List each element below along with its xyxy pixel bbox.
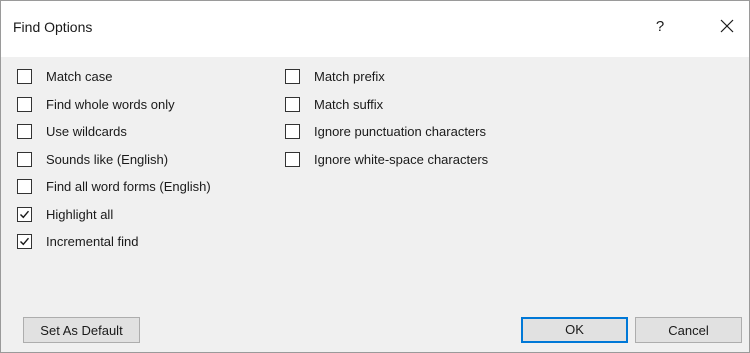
ok-button[interactable]: OK [521,317,628,343]
cancel-button[interactable]: Cancel [635,317,742,343]
option-label: Ignore white-space characters [314,151,489,167]
option-label: Incremental find [46,234,139,250]
dialog-title: Find Options [13,19,93,35]
close-icon [720,19,734,33]
sounds-like-checkbox[interactable] [17,151,32,167]
option-match-case[interactable]: Match case [17,63,211,91]
title-bar: Find Options ? [1,1,749,57]
options-left-column: Match case Find whole words only Use wil… [17,63,211,256]
option-ignore-white-space[interactable]: Ignore white-space characters [285,146,488,174]
checkmark-icon [20,210,30,219]
find-whole-words-checkbox[interactable] [17,96,32,112]
match-suffix-checkbox[interactable] [285,96,300,112]
option-match-suffix[interactable]: Match suffix [285,91,488,119]
help-button[interactable]: ? [649,15,671,39]
match-prefix-checkbox[interactable] [285,69,300,85]
option-label: Match case [46,69,113,85]
option-match-prefix[interactable]: Match prefix [285,63,488,91]
option-label: Use wildcards [46,124,127,140]
option-use-wildcards[interactable]: Use wildcards [17,118,211,146]
option-label: Highlight all [46,206,114,222]
use-wildcards-checkbox[interactable] [17,124,32,140]
option-label: Match suffix [314,96,384,112]
option-incremental-find[interactable]: Incremental find [17,228,211,256]
option-label: Ignore punctuation characters [314,124,486,140]
set-as-default-button[interactable]: Set As Default [23,317,140,343]
option-find-whole-words-only[interactable]: Find whole words only [17,91,211,119]
incremental-find-checkbox[interactable] [17,234,32,250]
ignore-punctuation-checkbox[interactable] [285,124,300,140]
find-all-word-forms-checkbox[interactable] [17,179,32,195]
close-button[interactable] [713,13,741,41]
option-label: Match prefix [314,69,385,85]
option-label: Find all word forms (English) [46,179,211,195]
option-ignore-punctuation[interactable]: Ignore punctuation characters [285,118,488,146]
dialog-body: Match case Find whole words only Use wil… [1,57,749,352]
option-sounds-like[interactable]: Sounds like (English) [17,146,211,174]
options-right-column: Match prefix Match suffix Ignore punctua… [285,63,488,173]
match-case-checkbox[interactable] [17,69,32,85]
find-options-dialog: Find Options ? Match case Find whole wor… [0,0,750,353]
option-label: Sounds like (English) [46,151,169,167]
ignore-white-space-checkbox[interactable] [285,151,300,167]
highlight-all-checkbox[interactable] [17,206,32,222]
option-highlight-all[interactable]: Highlight all [17,201,211,229]
checkmark-icon [20,237,30,246]
option-label: Find whole words only [46,96,175,112]
option-find-all-word-forms[interactable]: Find all word forms (English) [17,173,211,201]
